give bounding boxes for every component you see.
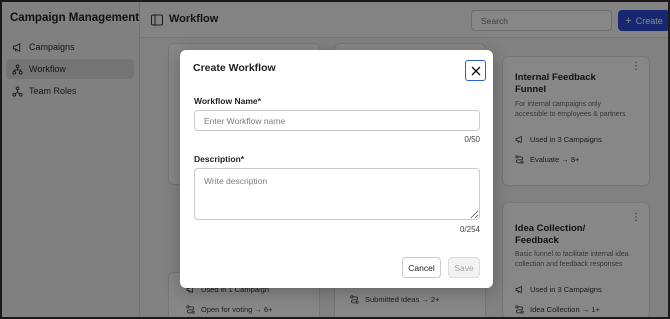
description-label: Description* (194, 154, 244, 164)
description-counter: 0/254 (459, 225, 480, 234)
description-label-text: Description (194, 154, 241, 164)
workflow-name-counter: 0/50 (464, 135, 480, 144)
workflow-name-label: Workflow Name* (194, 96, 261, 106)
cancel-button[interactable]: Cancel (402, 257, 441, 278)
description-textarea[interactable] (194, 168, 480, 220)
required-marker: * (240, 154, 245, 164)
required-marker: * (257, 96, 261, 106)
app-window: Campaign Management Campaigns Workflow T… (0, 0, 670, 319)
close-button[interactable] (465, 60, 486, 81)
close-icon (471, 66, 480, 75)
workflow-name-label-text: Workflow Name (194, 96, 258, 106)
workflow-name-input[interactable] (194, 110, 480, 131)
save-button[interactable]: Save (448, 257, 480, 278)
create-workflow-dialog: Create Workflow Workflow Name* 0/50 Desc… (180, 50, 493, 288)
dialog-title: Create Workflow (193, 62, 276, 74)
